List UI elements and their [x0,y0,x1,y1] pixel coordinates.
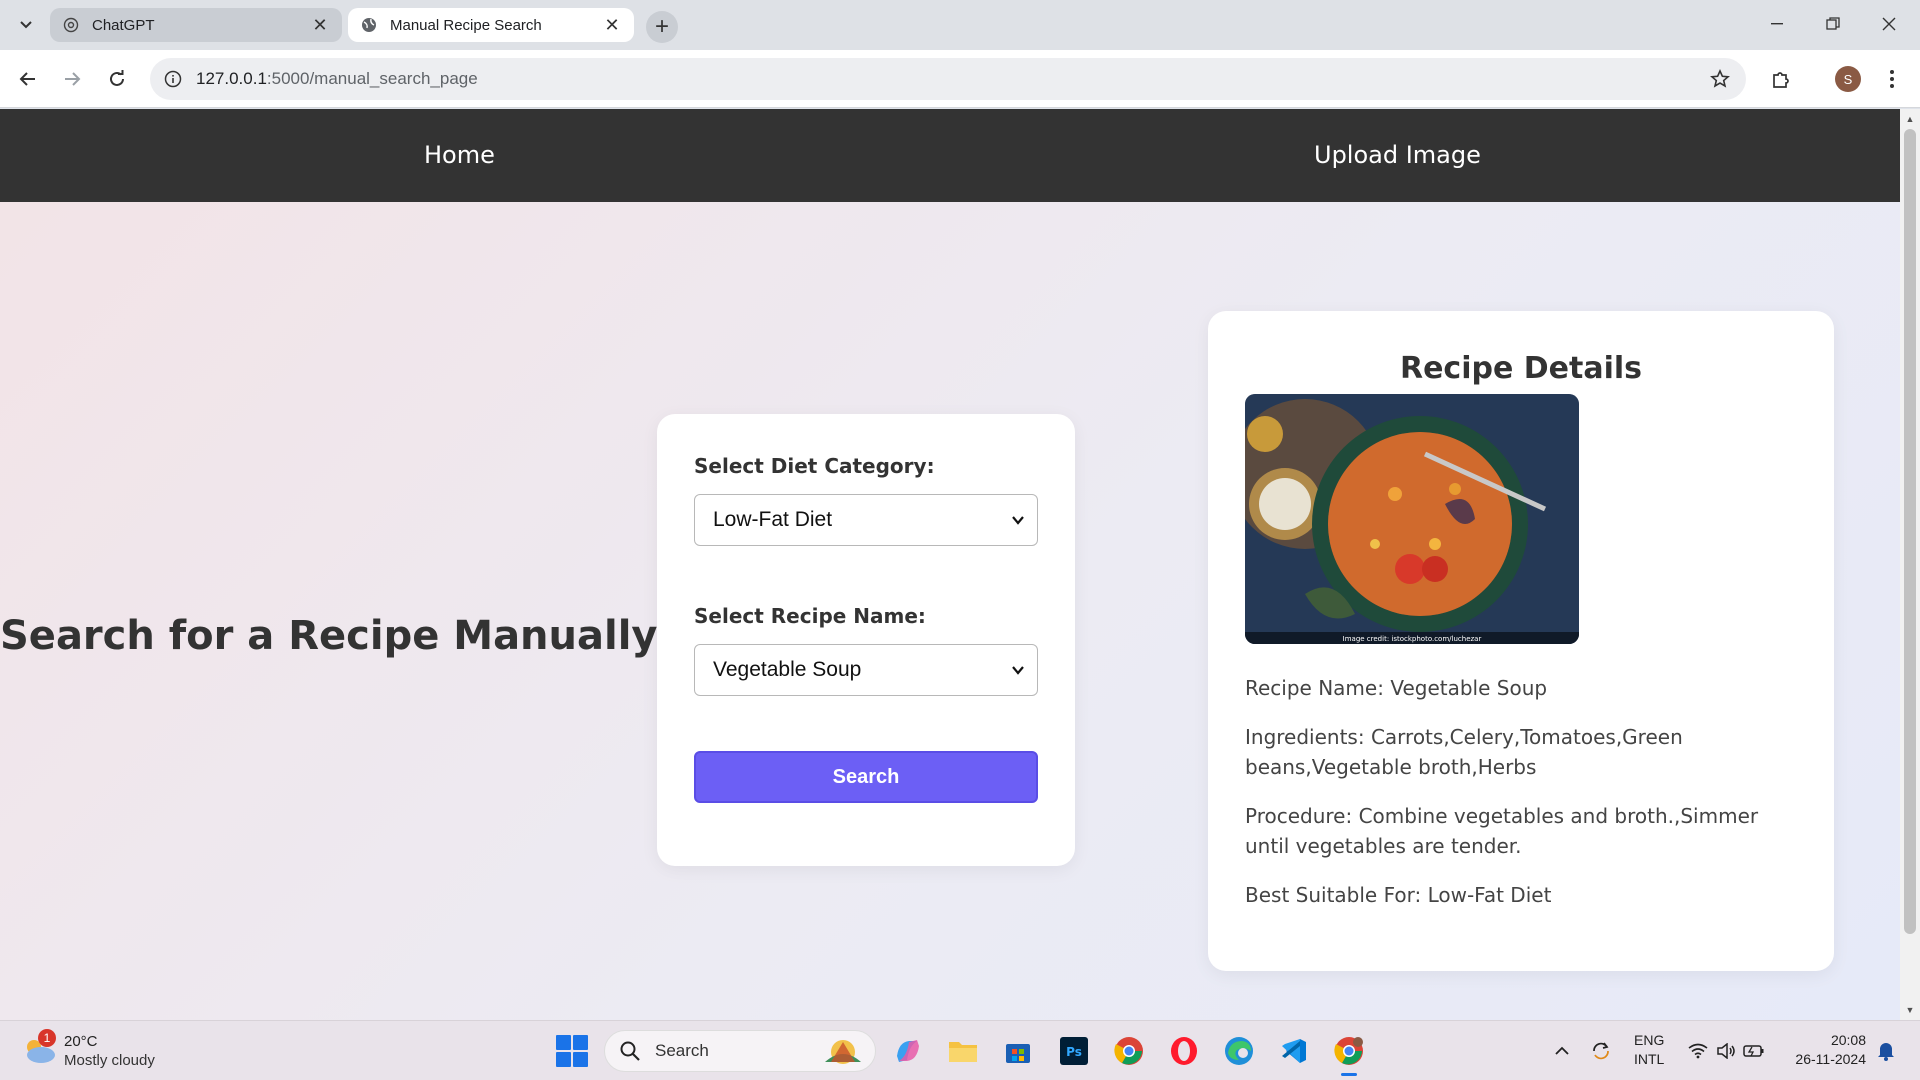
sync-icon[interactable] [1588,1035,1614,1067]
weather-alert-badge: 1 [38,1029,56,1047]
file-explorer-icon[interactable] [946,1034,980,1068]
forward-icon[interactable] [56,63,88,95]
minimize-icon[interactable] [1754,8,1800,40]
profile-avatar[interactable]: S [1835,66,1861,92]
clock-time: 20:08 [1830,1032,1866,1048]
taskbar-search-placeholder: Search [655,1041,709,1060]
clock-date: 26-11-2024 [1795,1051,1866,1067]
url-host: 127.0.0.1 [196,69,267,88]
notification-bell-icon[interactable] [1874,1035,1898,1067]
tab-title: Manual Recipe Search [390,16,542,34]
globe-icon [360,16,378,34]
scroll-down-icon[interactable]: ▼ [1905,1005,1915,1015]
diet-category-value: Low-Fat Diet [713,508,833,531]
chevron-down-icon [1012,516,1024,525]
chrome-profile-icon[interactable] [1332,1034,1366,1076]
procedure-text: Procedure: Combine vegetables and broth.… [1245,804,1759,858]
weather-condition-text: Mostly cloudy [64,1052,155,1069]
recipe-name-label: Select Recipe Name: [694,604,926,628]
close-tab-icon[interactable]: ✕ [310,15,330,35]
tab-title: ChatGPT [92,16,155,34]
recipe-details-card: Recipe Details Image credit: istockphoto… [1208,311,1834,971]
tab-chatgpt[interactable]: ChatGPT ✕ [50,8,342,42]
svg-text:Ps: Ps [1066,1045,1082,1059]
weather-widget[interactable]: 1 20°C Mostly cloudy [20,1029,220,1073]
scrollbar-thumb[interactable] [1904,129,1916,934]
vscode-icon[interactable] [1277,1034,1311,1068]
show-hidden-icons-chevron-up-icon[interactable] [1552,1035,1572,1067]
browser-toolbar: 127.0.0.1:5000/manual_search_page S [0,50,1920,108]
windows-taskbar: 1 20°C Mostly cloudy Search Ps ENG INTL … [0,1020,1920,1080]
windows-start-icon[interactable] [556,1035,588,1067]
taskbar-search-box[interactable]: Search [604,1030,876,1072]
recipe-name-select[interactable]: Vegetable Soup [694,644,1038,696]
tab-search-menu-icon[interactable] [14,13,38,37]
recipe-name-text: Recipe Name: Vegetable Soup [1245,676,1548,700]
language-line2: INTL [1634,1051,1665,1067]
site-navbar: Home Upload Image [0,109,1900,202]
diet-category-select[interactable]: Low-Fat Diet [694,494,1038,546]
close-window-icon[interactable] [1866,8,1912,40]
photoshop-icon[interactable]: Ps [1057,1034,1091,1068]
bookmark-star-icon[interactable] [1708,67,1732,91]
microsoft-store-icon[interactable] [1001,1034,1035,1068]
browser-menu-icon[interactable] [1876,63,1908,95]
back-icon[interactable] [12,63,44,95]
input-language-indicator[interactable]: ENG INTL [1634,1031,1664,1069]
vegetable-soup-image: Image credit: istockphoto.com/luchezar [1245,394,1579,644]
search-button[interactable]: Search [694,751,1038,803]
system-clock[interactable]: 20:08 26-11-2024 [1784,1031,1866,1069]
address-bar[interactable]: 127.0.0.1:5000/manual_search_page [150,58,1746,100]
chrome-icon[interactable] [1112,1034,1146,1068]
chatgpt-favicon-icon [62,16,80,34]
site-info-icon[interactable] [160,66,186,92]
page-viewport: Home Upload Image Search for a Recipe Ma… [0,109,1900,1020]
copilot-icon[interactable] [891,1034,925,1068]
volume-icon[interactable] [1714,1035,1738,1067]
battery-icon[interactable] [1742,1035,1766,1067]
search-highlight-icon [825,1040,861,1064]
url-text: 127.0.0.1:5000/manual_search_page [196,69,478,89]
best-suitable-text: Best Suitable For: Low-Fat Diet [1245,883,1552,907]
page-scrollbar[interactable]: ▲ ▼ [1900,109,1920,1020]
restore-icon[interactable] [1810,8,1856,40]
image-credit: Image credit: istockphoto.com/luchezar [1343,635,1482,643]
chevron-down-icon [1012,666,1024,675]
reload-icon[interactable] [101,63,133,95]
diet-category-label: Select Diet Category: [694,454,935,478]
nav-home-link[interactable]: Home [424,109,495,202]
search-form-card: Select Diet Category: Low-Fat Diet Selec… [657,414,1075,866]
tab-manual-recipe-search[interactable]: Manual Recipe Search ✕ [348,8,634,42]
extensions-puzzle-icon[interactable] [1765,63,1797,95]
temperature-text: 20°C [64,1033,98,1050]
edge-icon[interactable] [1222,1034,1256,1068]
language-line1: ENG [1634,1032,1665,1048]
browser-tab-bar: ChatGPT ✕ Manual Recipe Search ✕ + [0,0,1920,50]
ingredients-text: Ingredients: Carrots,Celery,Tomatoes,Gre… [1245,725,1683,779]
new-tab-button[interactable]: + [646,11,678,43]
page-title: Search for a Recipe Manually [0,613,658,659]
wifi-icon[interactable] [1686,1035,1710,1067]
recipe-name-value: Vegetable Soup [713,658,862,681]
recipe-details-title: Recipe Details [1399,351,1643,386]
close-tab-icon[interactable]: ✕ [602,15,622,35]
url-path: :5000/manual_search_page [266,69,478,88]
nav-upload-image-link[interactable]: Upload Image [1314,109,1481,202]
opera-icon[interactable] [1167,1034,1201,1068]
search-icon [620,1041,640,1061]
scroll-up-icon[interactable]: ▲ [1905,114,1915,124]
